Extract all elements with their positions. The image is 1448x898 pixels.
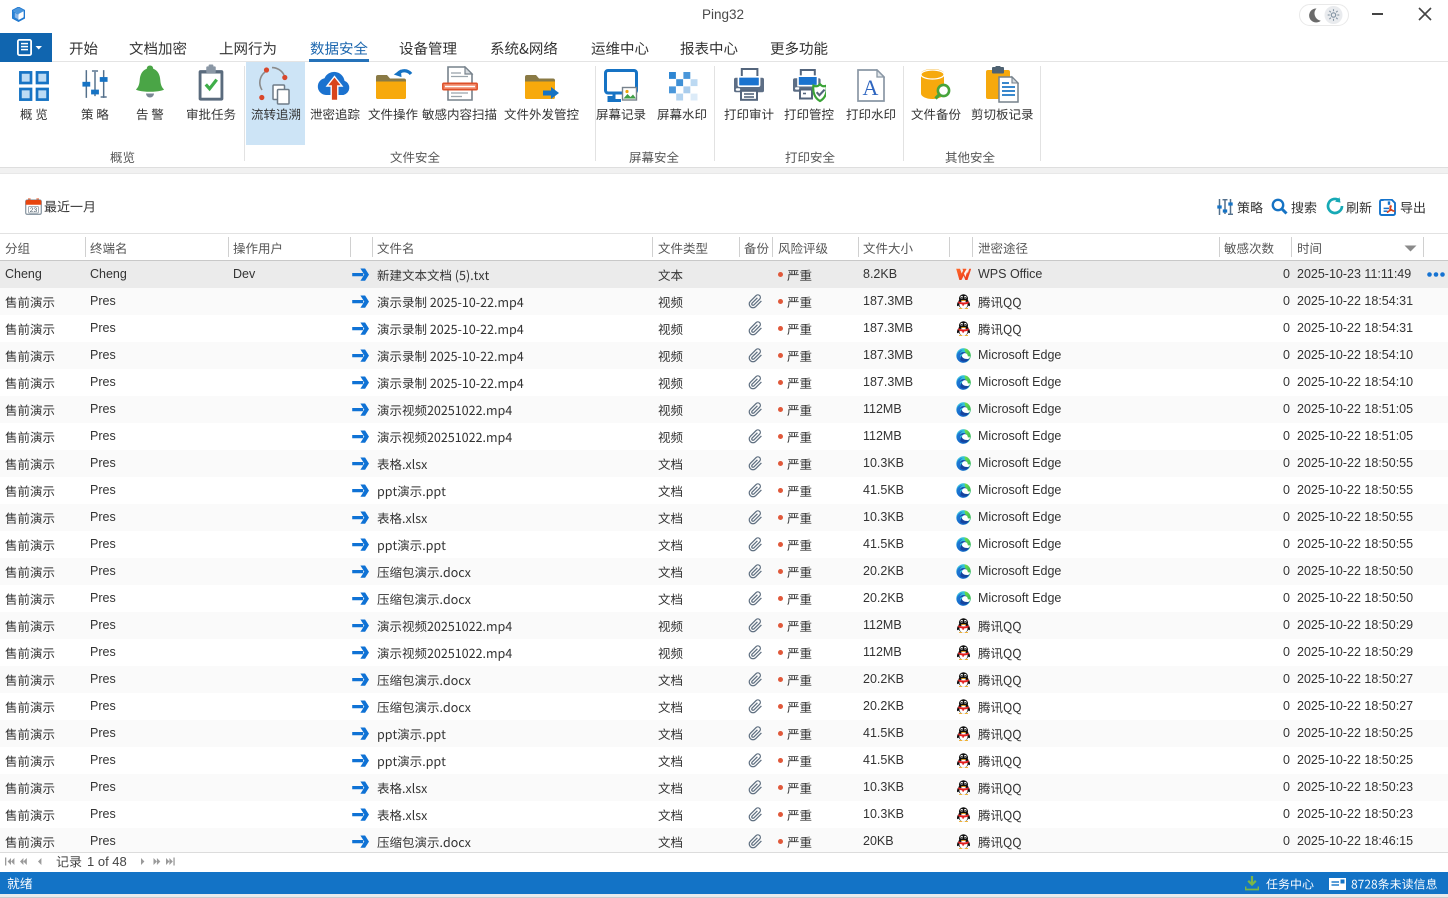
svg-text:23: 23 xyxy=(30,207,38,214)
svg-text:A: A xyxy=(863,75,879,100)
